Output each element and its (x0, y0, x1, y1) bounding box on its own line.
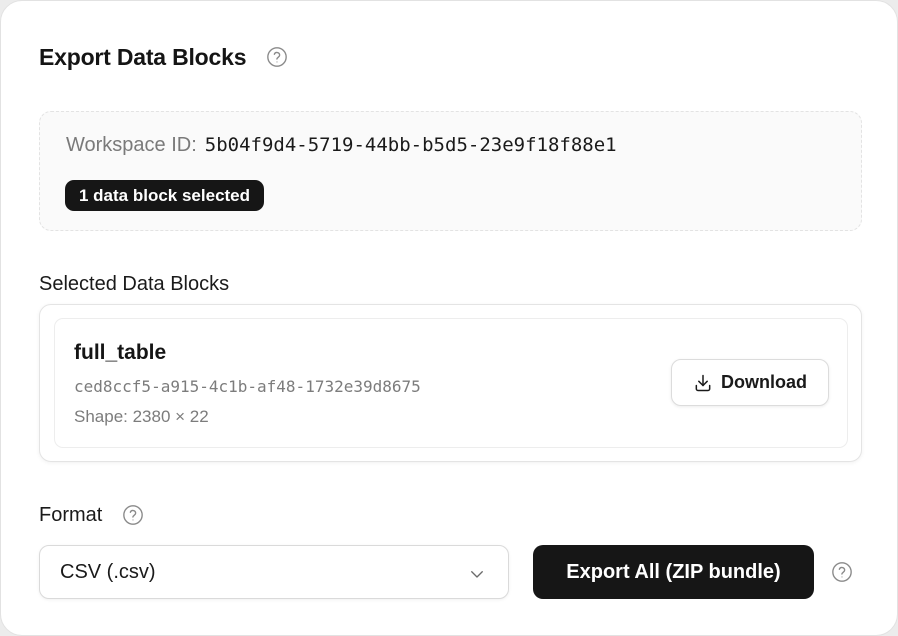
selected-blocks-list: full_table ced8ccf5-a915-4c1b-af48-1732e… (39, 304, 862, 462)
download-button[interactable]: Download (671, 359, 829, 406)
format-label: Format (39, 503, 103, 526)
header: Export Data Blocks (39, 41, 288, 73)
chevron-down-icon (468, 565, 486, 583)
question-circle-icon[interactable] (266, 46, 288, 68)
selection-count-badge: 1 data block selected (65, 180, 265, 211)
data-block-card: full_table ced8ccf5-a915-4c1b-af48-1732e… (54, 318, 848, 448)
workspace-id-label: Workspace ID: (66, 134, 197, 156)
page-title: Export Data Blocks (39, 43, 247, 70)
format-select-value: CSV (.csv) (60, 561, 156, 583)
data-block-id: ced8ccf5-a915-4c1b-af48-1732e39d8675 (74, 377, 421, 396)
question-circle-icon[interactable] (122, 504, 144, 526)
question-circle-icon[interactable] (831, 561, 853, 583)
download-icon (695, 374, 711, 391)
workspace-id-line: Workspace ID: 5b04f9d4-5719-44bb-b5d5-23e… (66, 134, 617, 157)
format-select[interactable]: CSV (.csv) (39, 545, 509, 599)
data-block-shape: Shape: 2380 × 22 (74, 407, 209, 426)
workspace-info-box: Workspace ID: 5b04f9d4-5719-44bb-b5d5-23e… (39, 111, 862, 231)
export-all-button[interactable]: Export All (ZIP bundle) (533, 545, 814, 599)
download-button-label: Download (721, 372, 807, 392)
data-block-name: full_table (74, 341, 167, 364)
workspace-id-value: 5b04f9d4-5719-44bb-b5d5-23e9f18f88e1 (204, 134, 617, 156)
export-panel: Export Data Blocks Workspace ID: 5b04f9d4… (0, 0, 898, 636)
selected-blocks-heading: Selected Data Blocks (39, 273, 230, 295)
format-row: Format (39, 501, 144, 529)
